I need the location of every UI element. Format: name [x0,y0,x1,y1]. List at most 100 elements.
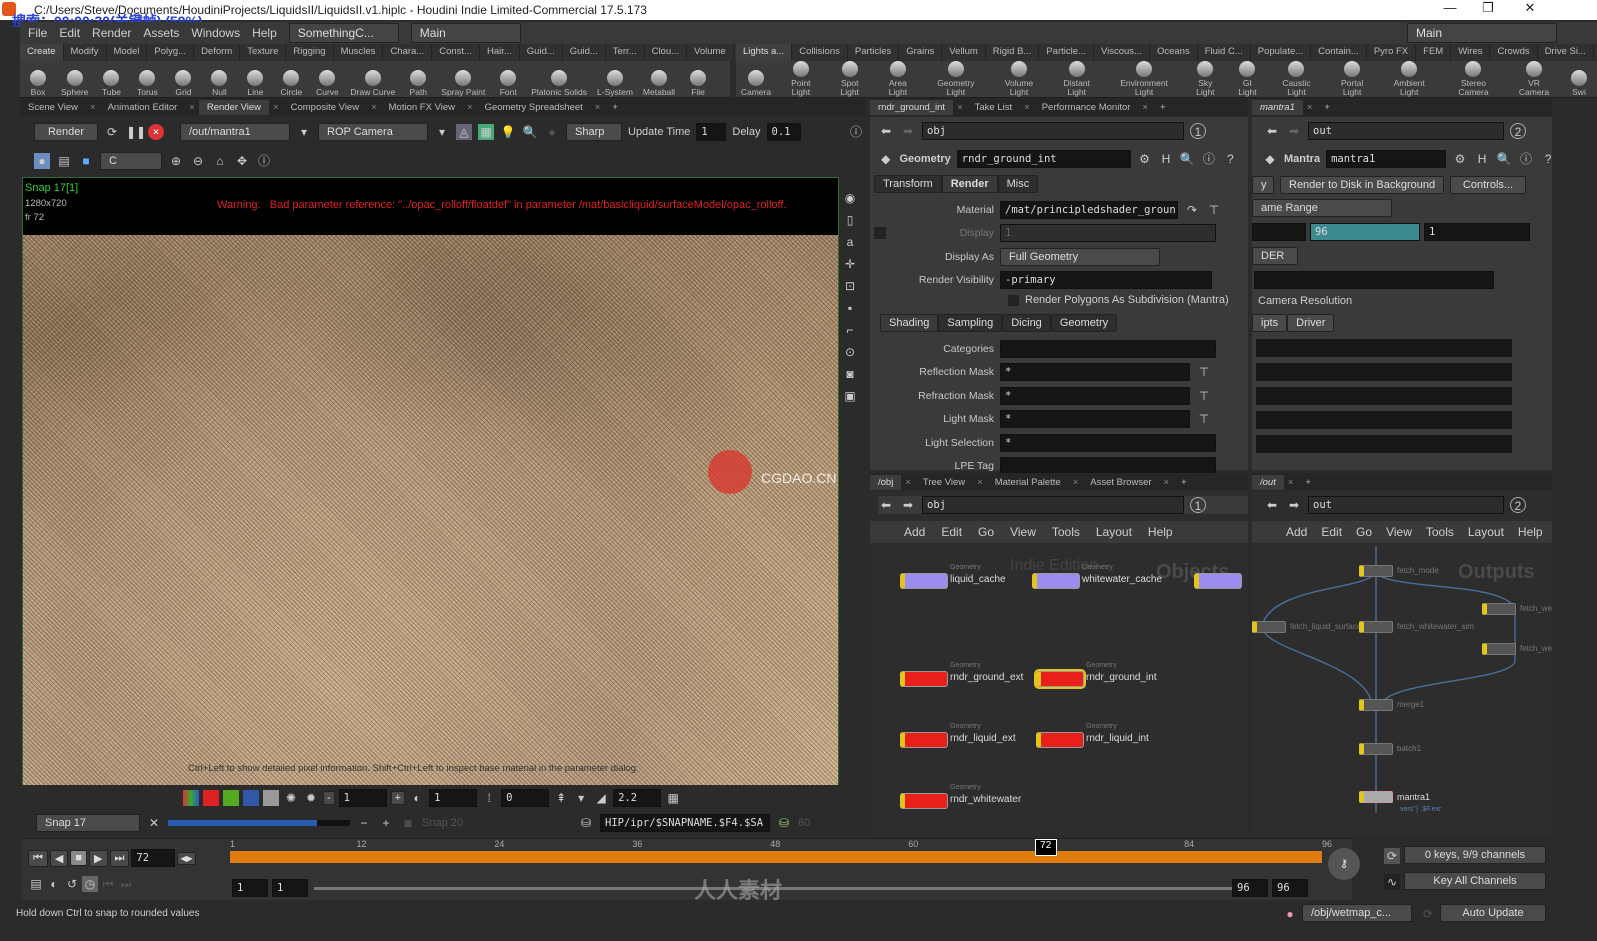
shelf-tool-box[interactable]: Box [20,70,56,97]
tab-close-icon[interactable]: × [1138,102,1152,113]
shelf-tab-fem[interactable]: FEM [1416,44,1452,61]
shelf-tool-environment-light[interactable]: Environment Light [1105,61,1183,97]
shelf-tab-clou[interactable]: Clou... [644,44,688,61]
tab-close-icon[interactable]: × [953,102,967,113]
tab--obj[interactable]: /obj [870,474,902,490]
right-desktop-select[interactable]: Main [1407,23,1557,43]
menu-help[interactable]: Help [1148,525,1173,539]
shelf-tool-caustic-light[interactable]: Caustic Light [1267,61,1326,97]
tab-composite-view[interactable]: Composite View [283,100,367,115]
stop-button[interactable]: ■ [70,850,88,866]
network-node[interactable] [900,732,948,748]
exposure-field[interactable]: 1 [338,789,387,807]
plus-icon[interactable]: + [378,815,394,831]
reflection-mask-field[interactable]: * [1000,363,1190,382]
shelf-tab-terr[interactable]: Terr... [605,44,645,61]
menu-layout[interactable]: Layout [1096,525,1132,539]
shelf-tab-volume[interactable]: Volume [687,44,734,61]
info-icon[interactable]: ⓘ [1201,151,1216,167]
shelf-tab-lights-a[interactable]: Lights a... [736,44,793,61]
shelf-tool-spray-paint[interactable]: Spray Paint [436,70,490,97]
snapshot-path-field[interactable]: HIP/ipr/$SNAPNAME.$F4.$SA [600,814,770,832]
obj-network-editor[interactable]: ⬅ ➡ obj 1 Add Edit Go View Tools Layout Help Indi… [870,491,1248,835]
shelf-tool-gi-light[interactable]: GI Light [1228,61,1268,97]
prev-key-icon[interactable]: ⏮ [100,876,116,892]
shelf-tool-path[interactable]: Path [400,70,436,97]
shelf-tab-polyg[interactable]: Polyg... [147,44,195,61]
help-icon[interactable]: ⓘ [848,124,864,140]
shelf-tab-wires[interactable]: Wires [1451,44,1491,61]
tab-transform[interactable]: Transform [874,175,942,193]
end-frame-field[interactable]: 96 [1272,879,1308,897]
main-select[interactable]: Main [410,23,521,43]
shelf-tab-collisions[interactable]: Collisions [792,44,848,61]
tab-geometry-spreadsheet[interactable]: Geometry Spreadsheet [477,100,591,115]
shelf-tool-file[interactable]: File [680,70,716,97]
split-icon[interactable]: ▤ [56,153,72,169]
zoom-icon[interactable]: 🔍 [522,124,538,140]
tab-render-view[interactable]: Render View [198,99,270,115]
menu-render[interactable]: Render [92,26,131,40]
output-node[interactable] [1482,603,1516,615]
increment-field[interactable]: 1 [1424,223,1530,241]
menu-tools[interactable]: Tools [1052,525,1080,539]
menu-help[interactable]: Help [252,26,277,40]
shelf-tab-crowds[interactable]: Crowds [1490,44,1538,61]
back-icon[interactable]: ⬅ [878,497,894,513]
next-key-icon[interactable]: ⏭ [118,876,134,892]
target-icon[interactable]: ⊙ [842,344,858,360]
tab-render[interactable]: Render [941,175,998,193]
shelf-tab-modify[interactable]: Modify [63,44,107,61]
shelf-tab-texture[interactable]: Texture [240,44,287,61]
contrast-icon[interactable]: ◐ [409,790,425,806]
sharp-select[interactable]: Sharp [566,123,622,141]
shelf-tool-distant-light[interactable]: Distant Light [1048,61,1105,97]
tab-close-icon[interactable]: × [367,102,381,113]
region-icon[interactable]: ▦ [478,124,494,140]
hda-icon[interactable]: H [1474,151,1490,167]
end-frame-field[interactable]: 96 [1310,223,1420,241]
shelf-tool-area-light[interactable]: Area Light [874,61,922,97]
tab-close-icon[interactable]: × [1020,102,1034,113]
shelf-tool-swi[interactable]: Swi [1561,70,1597,97]
script-fields[interactable] [1256,339,1512,459]
first-frame-button[interactable]: ⏮ [28,849,48,867]
last-frame-button[interactable]: ⏭ [109,849,130,867]
delay-field[interactable]: 0.1 [766,123,801,141]
snapshot-camera-icon[interactable]: ◙ [400,815,416,831]
refresh-icon[interactable]: ⟳ [104,124,120,140]
realtime-icon[interactable]: ◐ [46,876,62,892]
timeline-track[interactable] [230,851,1322,863]
key-all-channels-select[interactable]: Key All Channels [1404,872,1546,890]
shelf-tab-particle[interactable]: Particle... [1039,44,1094,61]
shelf-tab-oceans[interactable]: Oceans [1149,44,1198,61]
tab-close-icon[interactable]: × [901,477,915,488]
snap-select[interactable]: Snap 17 [36,814,140,832]
shelf-tab-rigid-b[interactable]: Rigid B... [985,44,1040,61]
subtab-dicing[interactable]: Dicing [1002,314,1051,332]
shelf-tool-line[interactable]: Line [237,70,273,97]
output-node[interactable] [1359,621,1393,633]
tab-close-icon[interactable]: × [269,102,283,113]
gamma-icon[interactable]: ◢ [593,790,609,806]
param-path-field[interactable]: obj [922,122,1184,140]
frame-view-icon[interactable]: ▣ [842,388,858,404]
shelf-tool-sphere[interactable]: Sphere [56,70,93,97]
curve-icon[interactable]: ∿ [1384,874,1400,890]
shelf-tab-contain[interactable]: Contain... [1311,44,1367,61]
material-field[interactable]: /mat/principledshader_groun [1000,201,1178,219]
offset-icon[interactable]: ⁞ [481,790,497,806]
current-frame-field[interactable]: 72 [131,849,176,867]
help-icon[interactable]: ? [1223,151,1238,167]
jump-icon[interactable]: ↷ [1184,202,1200,218]
menu-add[interactable]: Add [904,525,925,539]
shelf-tool-camera[interactable]: Camera [736,70,776,97]
keys-channels-select[interactable]: 0 keys, 9/9 channels [1404,846,1546,864]
shelf-tab-populate[interactable]: Populate... [1250,44,1312,61]
start-frame-field[interactable]: 1 [232,879,268,897]
shelf-tab-create[interactable]: Create [20,44,64,61]
tab-scene-view[interactable]: Scene View [20,100,86,115]
blue-channel-icon[interactable] [243,790,259,806]
node-name-field[interactable]: rndr_ground_int [956,150,1131,168]
shelf-tool-draw-curve[interactable]: Draw Curve [345,70,400,97]
